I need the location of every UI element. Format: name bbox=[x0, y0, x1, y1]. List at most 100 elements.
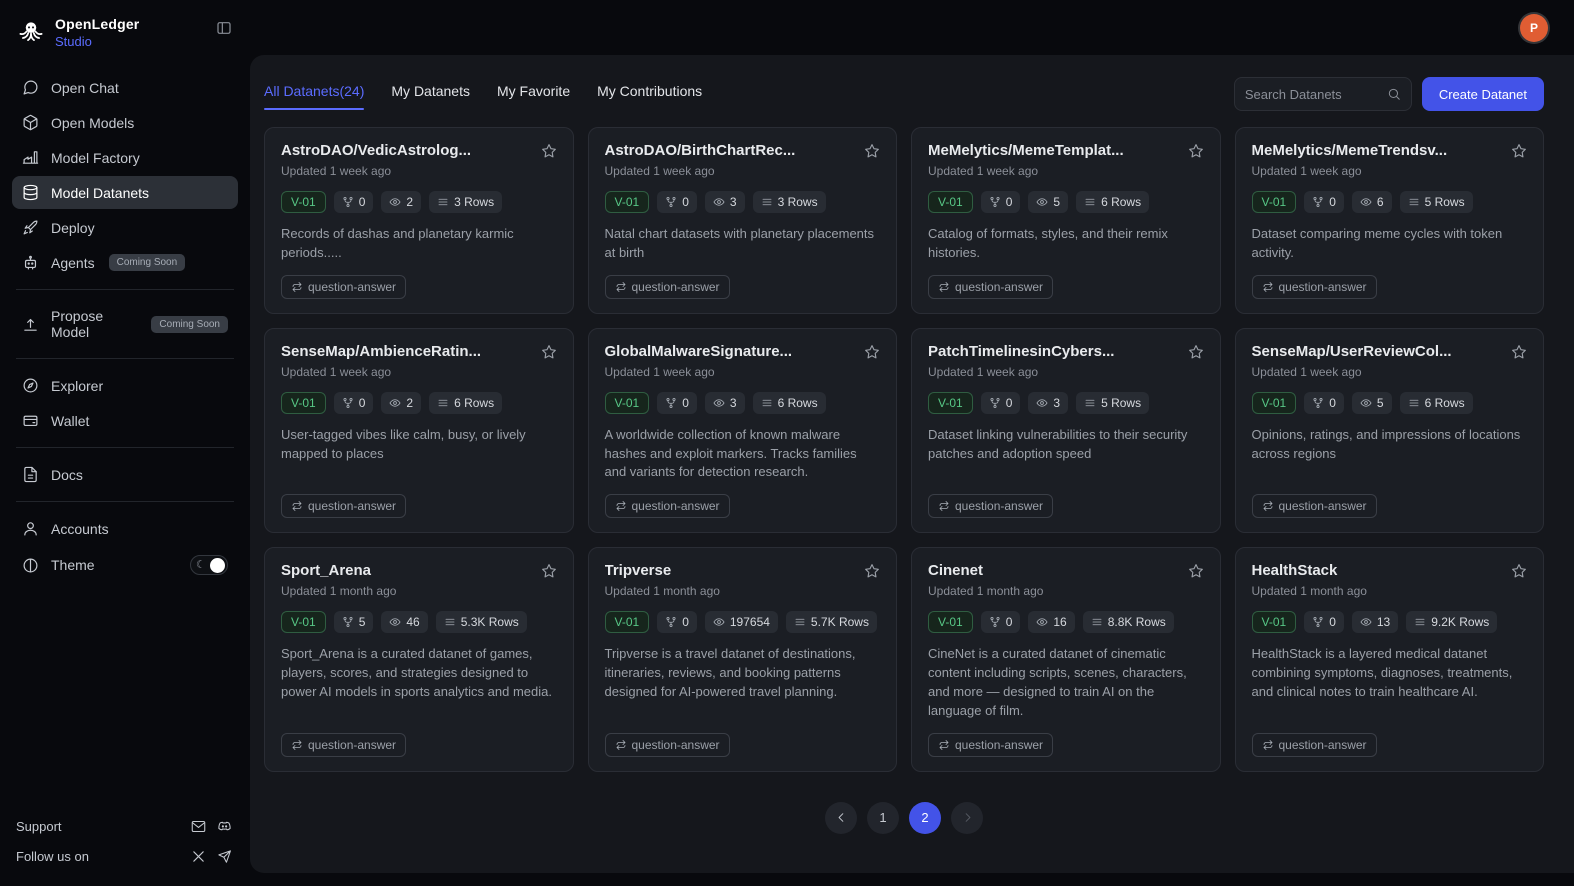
star-icon[interactable] bbox=[1511, 344, 1527, 360]
stat-value: 9.2K Rows bbox=[1431, 615, 1489, 629]
sidebar-item-label: Explorer bbox=[51, 378, 103, 394]
sidebar-item-accounts[interactable]: Accounts bbox=[12, 512, 238, 545]
datanet-card-globalmalwaresignature[interactable]: GlobalMalwareSignature... Updated 1 week… bbox=[588, 328, 898, 534]
docs-icon bbox=[22, 466, 39, 483]
card-updated: Updated 1 week ago bbox=[928, 365, 1204, 379]
question-answer-icon bbox=[291, 500, 303, 512]
sidebar-item-explorer[interactable]: Explorer bbox=[12, 369, 238, 402]
rows-stat: 8.8K Rows bbox=[1083, 611, 1174, 633]
datanet-card-memelytics-memetrendsv[interactable]: MeMelytics/MemeTrendsv... Updated 1 week… bbox=[1235, 127, 1545, 314]
views-stat: 5 bbox=[1028, 191, 1068, 213]
star-icon[interactable] bbox=[1511, 563, 1527, 579]
question-answer-icon bbox=[1262, 739, 1274, 751]
card-tag: question-answer bbox=[281, 733, 406, 757]
sidebar-item-agents[interactable]: Agents Coming Soon bbox=[12, 246, 238, 279]
avatar[interactable]: P bbox=[1520, 14, 1548, 42]
star-icon[interactable] bbox=[1188, 344, 1204, 360]
datanet-card-astrodao-vedicastrolog[interactable]: AstroDAO/VedicAstrolog... Updated 1 week… bbox=[264, 127, 574, 314]
tab-my-contributions[interactable]: My Contributions bbox=[597, 83, 702, 110]
sidebar-item-model-datanets[interactable]: Model Datanets bbox=[12, 176, 238, 209]
version-badge: V-01 bbox=[928, 611, 973, 633]
datanet-card-memelytics-memetemplat[interactable]: MeMelytics/MemeTemplat... Updated 1 week… bbox=[911, 127, 1221, 314]
x-icon[interactable] bbox=[191, 849, 206, 864]
datanet-card-sensemap-ambienceratin[interactable]: SenseMap/AmbienceRatin... Updated 1 week… bbox=[264, 328, 574, 534]
datanet-card-sport-arena[interactable]: Sport_Arena Updated 1 month ago V-01 5 4… bbox=[264, 547, 574, 771]
version-badge: V-01 bbox=[928, 392, 973, 414]
rows-stat: 9.2K Rows bbox=[1406, 611, 1497, 633]
sidebar-item-label: Docs bbox=[51, 467, 83, 483]
rows-icon bbox=[1084, 196, 1096, 208]
sidebar-item-open-chat[interactable]: Open Chat bbox=[12, 71, 238, 104]
datanet-card-astrodao-birthchartrec[interactable]: AstroDAO/BirthChartRec... Updated 1 week… bbox=[588, 127, 898, 314]
stat-value: 5 bbox=[1053, 195, 1060, 209]
views-stat: 16 bbox=[1028, 611, 1074, 633]
sidebar-item-theme[interactable]: Theme ☾ bbox=[12, 547, 238, 583]
divider bbox=[16, 358, 234, 359]
support-label[interactable]: Support bbox=[16, 819, 62, 834]
datanet-card-tripverse[interactable]: Tripverse Updated 1 month ago V-01 0 197… bbox=[588, 547, 898, 771]
sidebar-item-wallet[interactable]: Wallet bbox=[12, 404, 238, 437]
mail-icon[interactable] bbox=[191, 819, 206, 834]
star-icon[interactable] bbox=[541, 143, 557, 159]
sidebar-item-deploy[interactable]: Deploy bbox=[12, 211, 238, 244]
card-updated: Updated 1 month ago bbox=[928, 584, 1204, 598]
sidebar-item-docs[interactable]: Docs bbox=[12, 458, 238, 491]
stat-value: 3 bbox=[1053, 396, 1060, 410]
star-icon[interactable] bbox=[864, 143, 880, 159]
prev-page-button[interactable] bbox=[825, 802, 857, 834]
card-description: HealthStack is a layered medical datanet… bbox=[1252, 645, 1528, 720]
telegram-icon[interactable] bbox=[217, 849, 232, 864]
next-page-button[interactable] bbox=[951, 802, 983, 834]
card-title: SenseMap/AmbienceRatin... bbox=[281, 343, 531, 360]
datanet-card-healthstack[interactable]: HealthStack Updated 1 month ago V-01 0 1… bbox=[1235, 547, 1545, 771]
card-tag: question-answer bbox=[928, 494, 1053, 518]
star-icon[interactable] bbox=[864, 563, 880, 579]
tag-label: question-answer bbox=[308, 738, 396, 752]
tab-all-datanets-24[interactable]: All Datanets(24) bbox=[264, 83, 364, 110]
eye-icon bbox=[713, 196, 725, 208]
forks-stat: 0 bbox=[1304, 392, 1344, 414]
forks-stat: 0 bbox=[1304, 611, 1344, 633]
card-updated: Updated 1 month ago bbox=[1252, 584, 1528, 598]
star-icon[interactable] bbox=[1188, 563, 1204, 579]
rows-icon bbox=[794, 616, 806, 628]
stat-value: 3 Rows bbox=[454, 195, 494, 209]
rows-icon bbox=[1084, 397, 1096, 409]
star-icon[interactable] bbox=[1511, 143, 1527, 159]
fork-icon bbox=[665, 616, 677, 628]
stat-value: 0 bbox=[1329, 396, 1336, 410]
views-stat: 46 bbox=[381, 611, 427, 633]
star-icon[interactable] bbox=[541, 344, 557, 360]
star-icon[interactable] bbox=[541, 563, 557, 579]
stat-value: 0 bbox=[1329, 195, 1336, 209]
app-subtitle: Studio bbox=[55, 34, 139, 49]
card-description: Natal chart datasets with planetary plac… bbox=[605, 225, 881, 263]
sidebar-item-open-models[interactable]: Open Models bbox=[12, 106, 238, 139]
sidebar-item-model-factory[interactable]: Model Factory bbox=[12, 141, 238, 174]
card-stats: V-01 0 16 8.8K Rows bbox=[928, 611, 1204, 633]
page-button-2[interactable]: 2 bbox=[909, 802, 941, 834]
version-badge: V-01 bbox=[1252, 611, 1297, 633]
create-datanet-button[interactable]: Create Datanet bbox=[1422, 77, 1544, 111]
sidebar-item-propose-model[interactable]: Propose Model Coming Soon bbox=[12, 300, 238, 348]
theme-toggle[interactable]: ☾ bbox=[190, 555, 228, 575]
version-badge: V-01 bbox=[928, 191, 973, 213]
stat-value: 5 Rows bbox=[1425, 195, 1465, 209]
star-icon[interactable] bbox=[864, 344, 880, 360]
star-icon[interactable] bbox=[1188, 143, 1204, 159]
sidebar-item-label: Agents bbox=[51, 255, 95, 271]
card-title: PatchTimelinesinCybers... bbox=[928, 343, 1178, 360]
tab-label: My Contributions bbox=[597, 83, 702, 99]
sidebar-collapse-icon[interactable] bbox=[216, 20, 232, 36]
datanet-card-sensemap-userreviewcol[interactable]: SenseMap/UserReviewCol... Updated 1 week… bbox=[1235, 328, 1545, 534]
search-input[interactable] bbox=[1245, 87, 1387, 102]
datanet-card-cinenet[interactable]: Cinenet Updated 1 month ago V-01 0 16 8.… bbox=[911, 547, 1221, 771]
stat-value: 2 bbox=[406, 195, 413, 209]
tab-my-favorite[interactable]: My Favorite bbox=[497, 83, 570, 110]
discord-icon[interactable] bbox=[217, 819, 232, 834]
eye-icon bbox=[713, 397, 725, 409]
page-button-1[interactable]: 1 bbox=[867, 802, 899, 834]
rows-icon bbox=[761, 397, 773, 409]
datanet-card-patchtimelinesincybers[interactable]: PatchTimelinesinCybers... Updated 1 week… bbox=[911, 328, 1221, 534]
tab-my-datanets[interactable]: My Datanets bbox=[391, 83, 470, 110]
